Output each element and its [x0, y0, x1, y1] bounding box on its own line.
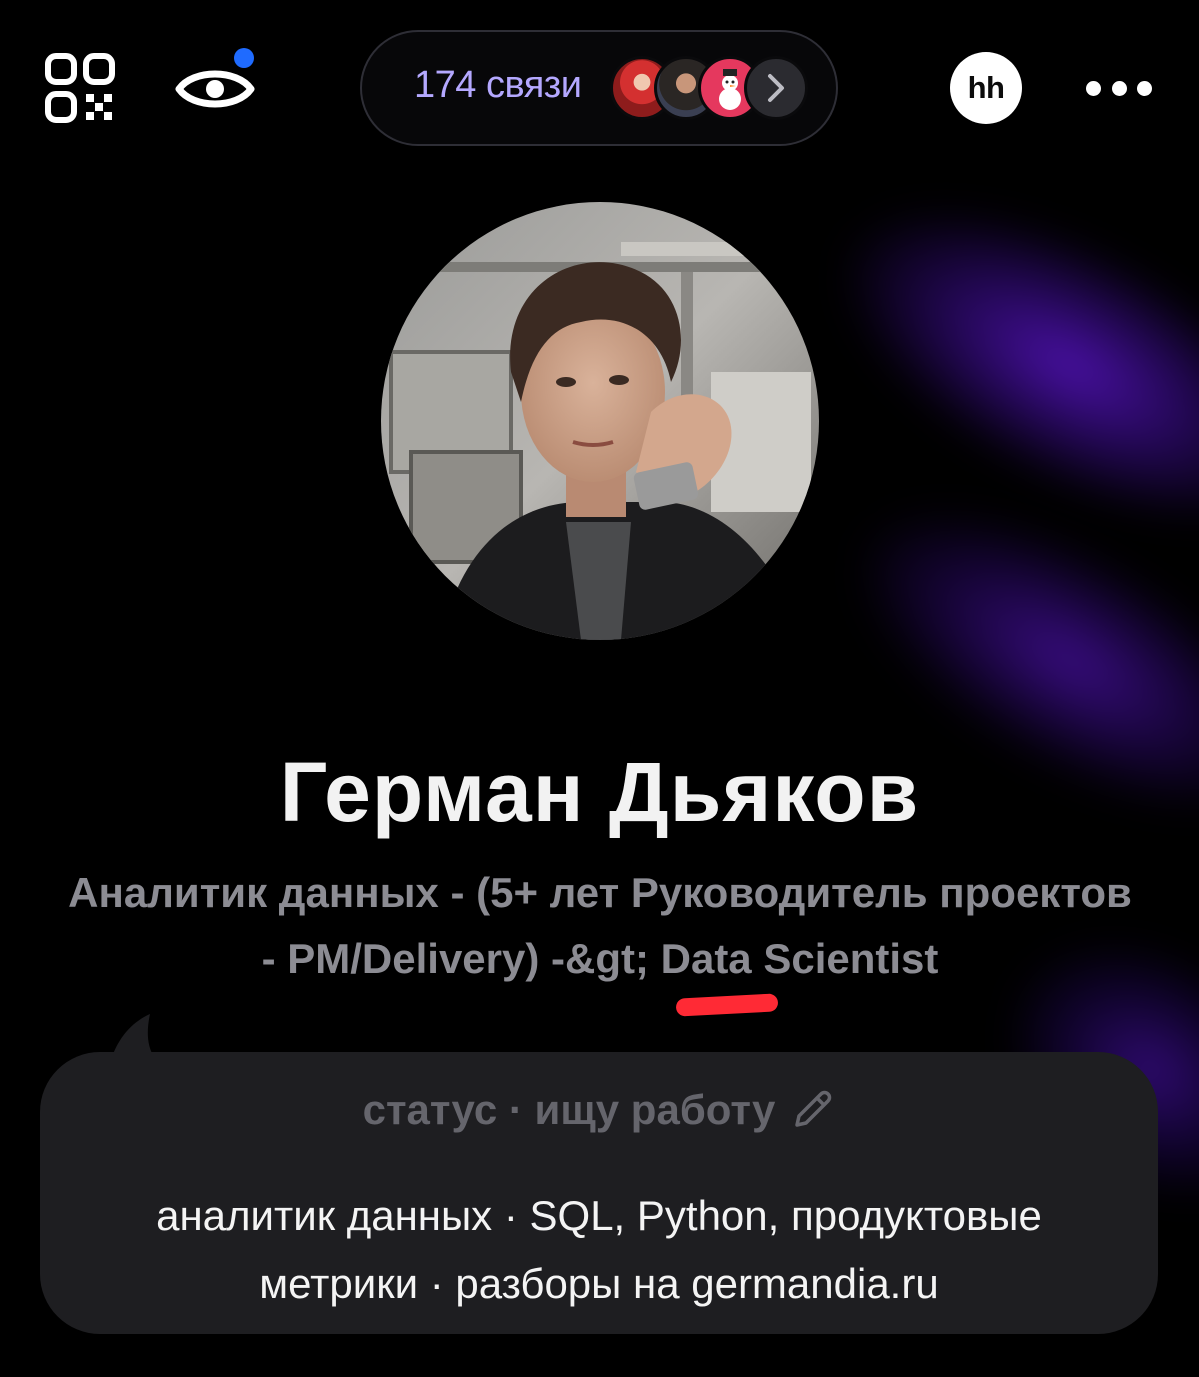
- connections-button[interactable]: 174 связи: [360, 30, 838, 146]
- more-icon[interactable]: [1086, 74, 1152, 102]
- connections-count: 174 связи: [414, 64, 582, 106]
- hh-badge[interactable]: hh: [950, 52, 1022, 124]
- more-dot: [1086, 80, 1101, 96]
- connections-avatars: [610, 56, 820, 124]
- status-label: статус · ищу работу: [362, 1086, 776, 1133]
- background-glow: [795, 146, 1199, 584]
- profile-name: Герман Дьяков: [279, 745, 920, 839]
- qr-code-icon: [45, 53, 115, 123]
- views-button[interactable]: [172, 44, 258, 120]
- more-dot: [1111, 80, 1127, 96]
- chevron-right-icon: [768, 74, 784, 102]
- status-header: статус · ищу работу: [40, 1086, 1158, 1134]
- pencil-icon: [795, 1090, 832, 1127]
- highlight-underline: [675, 993, 779, 1017]
- status-card[interactable]: статус · ищу работу аналитик данных · SQ…: [40, 1052, 1158, 1334]
- status-text: аналитик данных · SQL, Python, продуктов…: [156, 1192, 1042, 1307]
- profile-headline: Аналитик данных - (5+ лет Руководитель п…: [68, 869, 1132, 982]
- qr-code-button[interactable]: [44, 52, 116, 124]
- notification-dot: [234, 48, 254, 68]
- more-dot: [1137, 80, 1152, 96]
- profile-avatar[interactable]: [381, 202, 819, 640]
- profile-photo: [381, 202, 819, 640]
- connections-more[interactable]: [744, 56, 808, 120]
- edit-status-button[interactable]: [789, 1087, 835, 1133]
- eye-icon: [175, 70, 255, 108]
